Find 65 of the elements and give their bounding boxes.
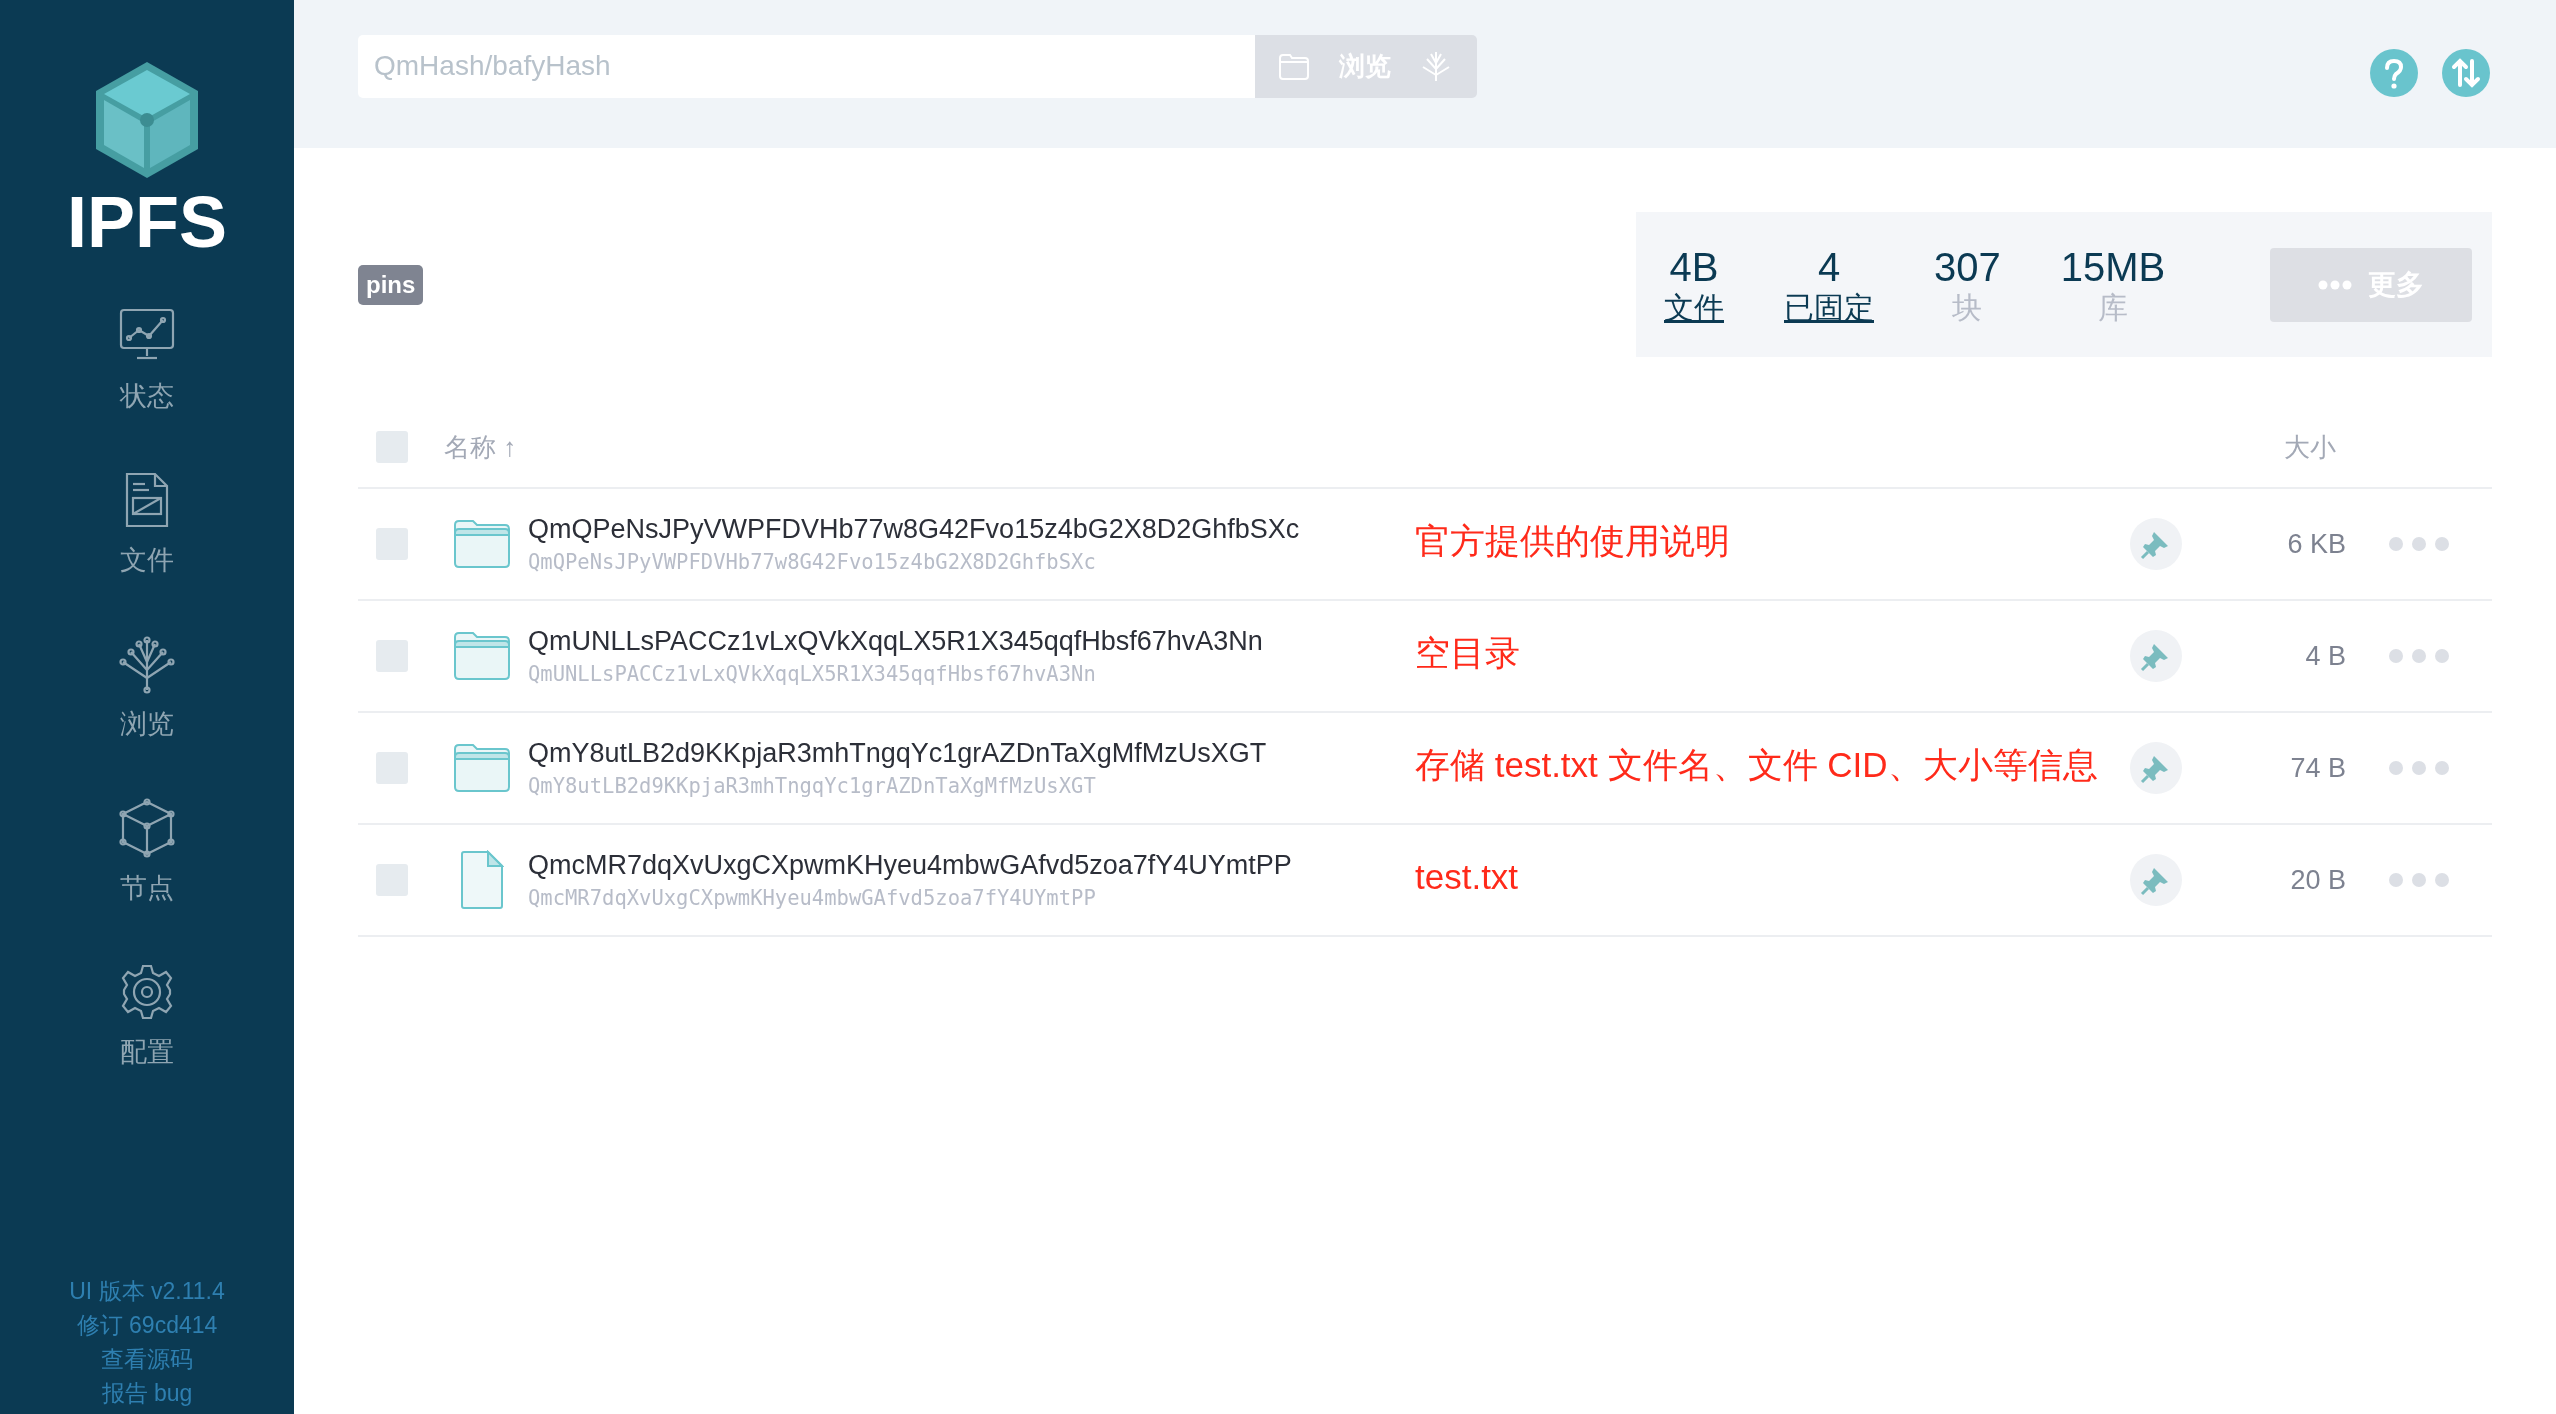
cid-text: QmUNLLsPACCz1vLxQVkXqqLX5R1X345qqfHbsf67hvA3Nn xyxy=(528,661,1097,688)
stat-link[interactable]: 已固定 xyxy=(1784,289,1874,326)
pin-icon[interactable] xyxy=(2130,854,2182,906)
size-text: 20 B xyxy=(2289,864,2346,896)
column-header[interactable]: 名称 ↑ xyxy=(444,429,1405,465)
folder-icon xyxy=(453,743,511,793)
row-checkbox[interactable] xyxy=(376,640,408,672)
stat-value: 4 xyxy=(1817,243,1841,290)
cid-text: QmY8utLB2d9KKpjaR3mhTngqYc1grAZDnTaXgMfMzUsXGT xyxy=(528,773,1097,800)
file-name[interactable]: QmY8utLB2d9KKpjaR3mhTngqYc1grAZDnTaXgMfMzUsXGT xyxy=(528,735,1405,771)
row-checkbox[interactable] xyxy=(376,528,408,560)
annotation-text: 官方提供的使用说明 xyxy=(1414,519,1731,562)
transfer-icon[interactable] xyxy=(2442,49,2490,97)
footer-link[interactable]: 查看源码 xyxy=(101,1342,193,1376)
more-options-icon[interactable] xyxy=(2388,648,2450,664)
nav-item[interactable]: 状态 xyxy=(67,298,227,422)
pins-tag: pins xyxy=(358,264,424,305)
nav-item[interactable]: 浏览 xyxy=(67,626,227,750)
tree-icon xyxy=(117,634,177,694)
nav-label: 文件 xyxy=(120,544,174,577)
app-logo-text: IPFS xyxy=(67,182,227,262)
file-name[interactable]: QmQPeNsJPyVWPFDVHb77w8G42Fvo15z4bG2X8D2GhfbSXc xyxy=(528,511,1405,547)
nav-item[interactable]: 配置 xyxy=(67,954,227,1078)
stat-value: 4B xyxy=(1669,243,1719,290)
stat-value: 307 xyxy=(1934,243,2001,290)
annotation-text: 空目录 xyxy=(1414,631,1521,674)
size-text: 6 KB xyxy=(2286,528,2346,560)
footer-link[interactable]: 报告 bug xyxy=(101,1376,193,1410)
pin-icon[interactable] xyxy=(2130,630,2182,682)
stat-link[interactable]: 文件 xyxy=(1664,289,1724,326)
column-header[interactable]: 大小 xyxy=(2182,429,2336,465)
stat-label: 块 xyxy=(1952,289,1983,326)
stat-value: 15MB xyxy=(2060,243,2166,290)
version-text: 修订 69cd414 xyxy=(76,1311,218,1340)
file-name[interactable]: QmUNLLsPACCz1vLxQVkXqqLX5R1X345qqfHbsf67hvA3Nn xyxy=(528,623,1405,659)
nav-label: 浏览 xyxy=(120,708,174,741)
nav-label: 节点 xyxy=(120,872,174,905)
pin-icon[interactable] xyxy=(2130,742,2182,794)
search-field[interactable]: QmHash/bafyHash xyxy=(358,34,1255,98)
nav-item[interactable]: 节点 xyxy=(67,790,227,914)
cid-text: QmcMR7dqXvUxgCXpwmKHyeu4mbwGAfvd5zoa7fY4UYmtPP xyxy=(528,885,1097,912)
stat-label: 库 xyxy=(2098,289,2128,326)
version-text: UI 版本 v2.11.4 xyxy=(69,1277,225,1306)
help-icon[interactable] xyxy=(2370,49,2418,97)
row-checkbox[interactable] xyxy=(376,864,408,896)
select-all-checkbox[interactable] xyxy=(376,431,408,463)
annotation-text: 存储 test.txt 文件名、文件 CID、大小等信息 xyxy=(1414,743,2099,786)
more-options-icon[interactable] xyxy=(2388,536,2450,552)
nav-label: 状态 xyxy=(120,380,174,413)
nav-label: 配置 xyxy=(120,1036,174,1069)
folder-icon xyxy=(453,519,511,569)
file-icon xyxy=(460,850,504,910)
more-options-icon[interactable] xyxy=(2388,760,2450,776)
cid-text: QmQPeNsJPyVWPFDVHb77w8G42Fvo15z4bG2X8D2GhfbSXc xyxy=(528,549,1097,576)
annotation-text: test.txt xyxy=(1414,857,1520,897)
file-name[interactable]: QmcMR7dqXvUxgCXpwmKHyeu4mbwGAfvd5zoa7fY4UYmtPP xyxy=(528,847,1405,883)
dots-icon xyxy=(2318,279,2352,290)
more-options-icon[interactable] xyxy=(2388,872,2450,888)
size-text: 74 B xyxy=(2289,752,2346,784)
pin-icon[interactable] xyxy=(2130,518,2182,570)
row-checkbox[interactable] xyxy=(376,752,408,784)
size-text: 4 B xyxy=(2304,640,2346,672)
cube-icon xyxy=(117,798,177,858)
folder-icon xyxy=(453,631,511,681)
nav-item[interactable]: 文件 xyxy=(67,462,227,586)
